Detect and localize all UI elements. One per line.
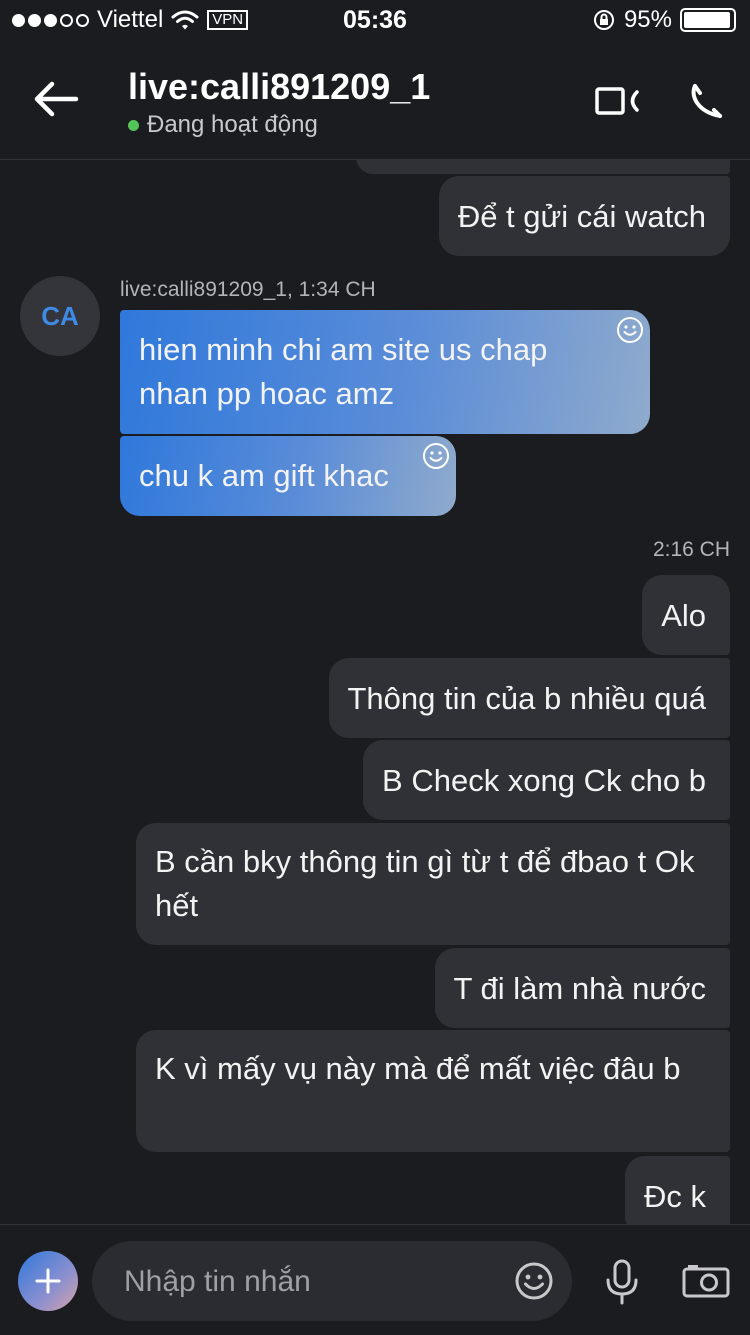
- avatar[interactable]: CA: [20, 276, 100, 356]
- message-thread[interactable]: Để t gửi cái watch CA live:calli891209_1…: [0, 160, 750, 1224]
- message-bubble-incoming[interactable]: hien minh chi am site us chap nhan pp ho…: [120, 310, 650, 434]
- sender-meta: live:calli891209_1, 1:34 CH: [120, 278, 376, 301]
- status-bar: Viettel VPN 05:36 95%: [0, 0, 750, 40]
- message-bubble[interactable]: Để t gửi cái watch: [438, 176, 730, 256]
- emoji-reaction-icon[interactable]: [422, 442, 450, 470]
- presence-status: Đang hoạt động: [128, 111, 318, 139]
- emoji-icon[interactable]: [514, 1261, 554, 1301]
- message-bubble[interactable]: Đc k: [625, 1156, 730, 1224]
- contact-title[interactable]: live:calli891209_1: [128, 66, 430, 108]
- presence-label: Đang hoạt động: [147, 111, 318, 138]
- message-bubble[interactable]: B Check xong Ck cho b: [363, 740, 730, 820]
- message-bubble[interactable]: B cần bky thông tin gì từ t để đbao t Ok…: [136, 823, 730, 945]
- message-input[interactable]: [122, 1241, 506, 1323]
- message-bubble[interactable]: T đi làm nhà nước: [434, 948, 730, 1028]
- message-bubble[interactable]: Thông tin của b nhiều quá: [328, 658, 730, 738]
- battery-fill: [684, 12, 730, 28]
- battery-icon: [680, 8, 736, 32]
- microphone-icon[interactable]: [604, 1259, 640, 1305]
- message-input-wrapper: [92, 1241, 572, 1323]
- message-bubble[interactable]: Alo: [642, 575, 730, 655]
- arrow-left-icon[interactable]: [30, 78, 80, 120]
- status-right: 95%: [592, 6, 736, 34]
- battery-percent: 95%: [623, 6, 672, 33]
- emoji-reaction-icon[interactable]: [616, 316, 644, 344]
- timestamp: 2:16 CH: [652, 538, 730, 561]
- chat-header: live:calli891209_1 Đang hoạt động: [0, 40, 750, 160]
- message-text: chu k am gift khac: [139, 458, 389, 493]
- add-attachment-button[interactable]: [18, 1251, 78, 1311]
- message-composer: [0, 1224, 750, 1335]
- phone-icon[interactable]: [688, 82, 724, 120]
- online-indicator: [128, 119, 139, 131]
- rotation-lock-icon: [593, 10, 614, 30]
- message-bubble-partial: [356, 160, 730, 174]
- message-bubble[interactable]: K vì mấy vụ này mà để mất việc đâu b: [136, 1030, 730, 1152]
- camera-icon[interactable]: [682, 1263, 730, 1299]
- plus-icon: [35, 1268, 61, 1294]
- message-bubble-incoming[interactable]: chu k am gift khac: [120, 436, 456, 516]
- message-text: hien minh chi am site us chap nhan pp ho…: [139, 332, 548, 411]
- video-camera-icon[interactable]: [594, 84, 640, 118]
